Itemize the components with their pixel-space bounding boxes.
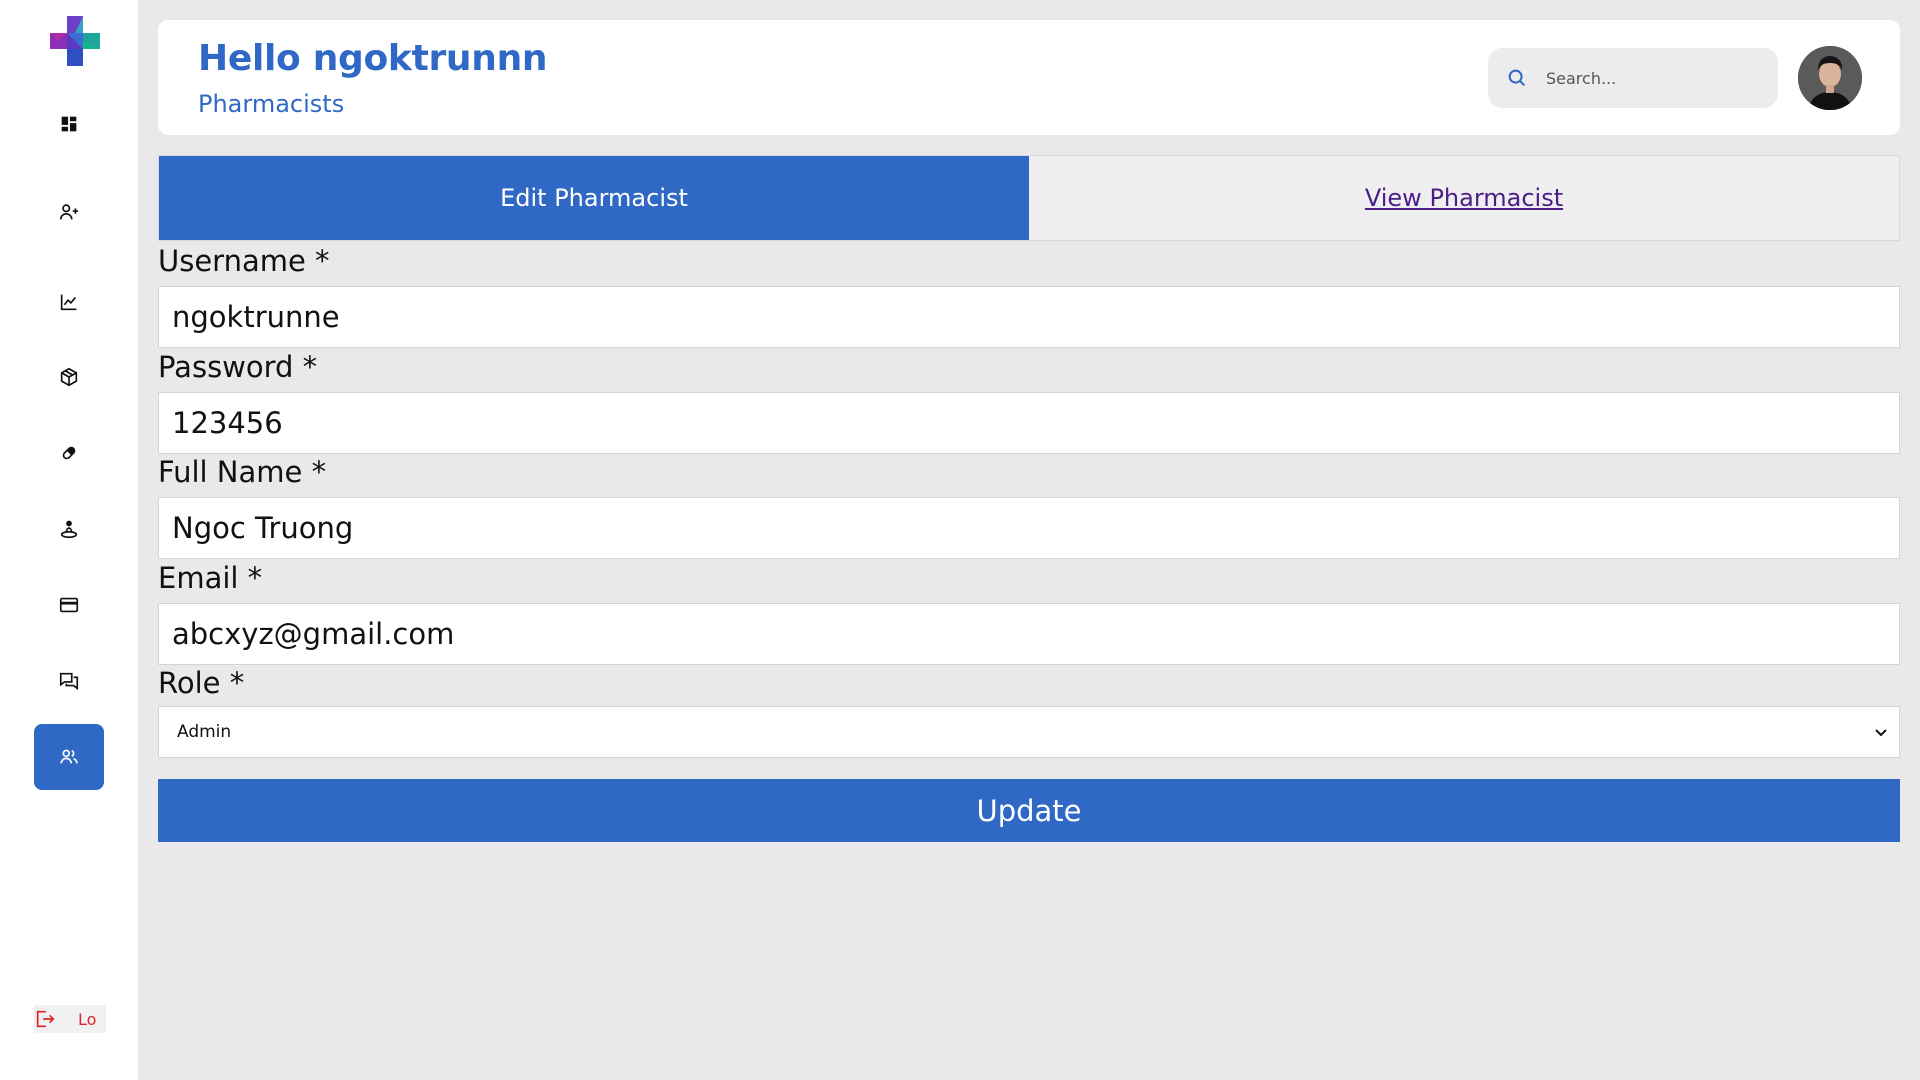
role-select-value: Admin <box>177 722 232 742</box>
user-plus-icon <box>59 204 79 220</box>
sidebar-item-messages[interactable] <box>34 648 104 714</box>
page-subtitle: Pharmacists <box>198 90 345 118</box>
box-icon <box>60 367 78 387</box>
username-label: Username * <box>158 244 330 278</box>
credit-card-icon <box>59 597 79 613</box>
logout-button[interactable]: Lo <box>34 1005 106 1033</box>
header-card: Hello ngoktrunnn Pharmacists <box>158 20 1900 135</box>
dashboard-icon <box>61 116 77 132</box>
sidebar-item-dashboard[interactable] <box>34 91 104 157</box>
sidebar-item-inventory[interactable] <box>34 344 104 410</box>
sidebar-item-analytics[interactable] <box>34 269 104 335</box>
update-button[interactable]: Update <box>158 779 1900 842</box>
sidebar-item-medicine[interactable] <box>34 420 104 486</box>
email-field[interactable] <box>158 603 1900 665</box>
sidebar-item-pharmacists[interactable] <box>34 724 104 790</box>
fullname-field[interactable] <box>158 497 1900 559</box>
sidebar-item-payments[interactable] <box>34 572 104 638</box>
chevron-down-icon <box>1875 729 1887 737</box>
line-chart-icon <box>60 294 77 311</box>
password-field[interactable] <box>158 392 1900 454</box>
search-input[interactable] <box>1546 68 1756 88</box>
pill-icon <box>62 446 76 460</box>
app-logo-icon[interactable] <box>50 16 100 66</box>
search-icon <box>1508 69 1526 87</box>
password-label: Password * <box>158 350 318 384</box>
chat-icon <box>59 672 79 690</box>
tab-view-pharmacist[interactable]: View Pharmacist <box>1029 156 1899 240</box>
sidebar-item-supplier[interactable] <box>34 496 104 562</box>
fullname-label: Full Name * <box>158 455 327 489</box>
page-title: Hello ngoktrunnn <box>198 38 548 79</box>
person-pin-icon <box>60 520 78 539</box>
logout-label: Lo <box>78 1009 97 1029</box>
avatar[interactable] <box>1798 46 1862 110</box>
sidebar: Lo <box>0 0 138 1080</box>
logout-icon <box>36 1010 55 1028</box>
username-field[interactable] <box>158 286 1900 348</box>
users-icon <box>60 749 78 764</box>
role-label: Role * <box>158 666 245 700</box>
sidebar-item-add-user[interactable] <box>34 179 104 245</box>
tab-bar: Edit Pharmacist View Pharmacist <box>158 155 1900 241</box>
tab-edit-pharmacist[interactable]: Edit Pharmacist <box>159 156 1029 240</box>
role-select[interactable]: Admin <box>158 706 1900 758</box>
email-label: Email * <box>158 561 263 595</box>
search-box[interactable] <box>1488 48 1778 108</box>
